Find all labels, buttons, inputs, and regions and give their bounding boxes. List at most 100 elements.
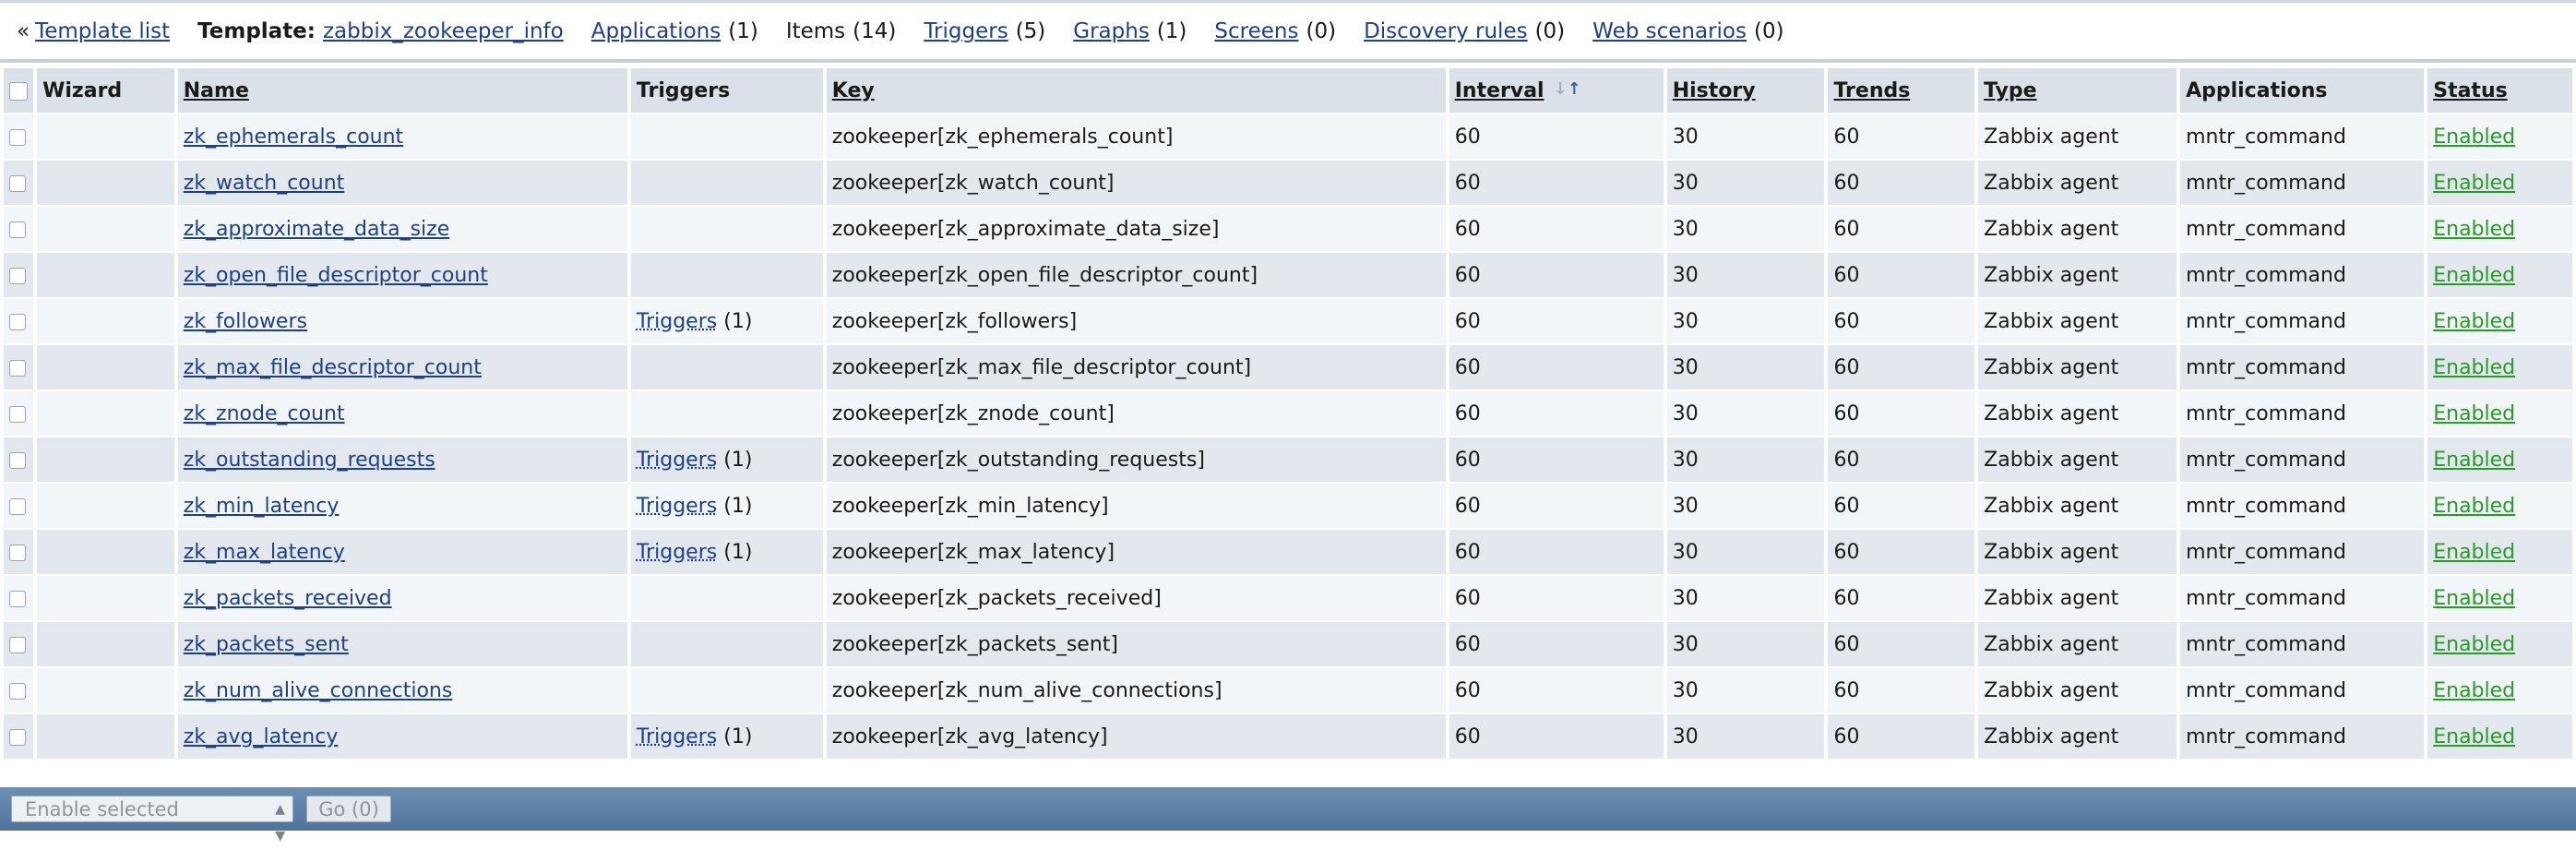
mass-action-selected-value: Enable selected	[25, 798, 179, 820]
item-name-link[interactable]: zk_ephemerals_count	[184, 126, 403, 149]
triggers-link[interactable]: Triggers	[637, 541, 717, 564]
tab-discovery-rules[interactable]: Discovery rules (0)	[1364, 19, 1565, 43]
status-toggle-link[interactable]: Enabled	[2433, 356, 2515, 379]
tab-web-scenarios[interactable]: Web scenarios (0)	[1592, 19, 1783, 43]
item-name-link[interactable]: zk_open_file_descriptor_count	[184, 264, 488, 287]
triggers-link[interactable]: Triggers	[637, 449, 717, 472]
row-checkbox[interactable]	[9, 636, 26, 653]
tab-applications[interactable]: Applications (1)	[591, 19, 758, 43]
status-toggle-link[interactable]: Enabled	[2433, 541, 2515, 564]
row-checkbox[interactable]	[9, 497, 26, 515]
row-checkbox[interactable]	[9, 405, 26, 423]
row-checkbox[interactable]	[9, 682, 26, 700]
tab-triggers-label[interactable]: Triggers	[924, 19, 1008, 43]
status-toggle-link[interactable]: Enabled	[2433, 587, 2515, 610]
col-type-sort-link[interactable]: Type	[1984, 79, 2036, 102]
row-checkbox[interactable]	[9, 174, 26, 192]
mass-action-select[interactable]: Enable selected ▲ ▼	[11, 796, 293, 844]
key-cell: zookeeper[zk_packets_received]	[826, 576, 1446, 620]
col-history[interactable]: History	[1666, 68, 1825, 113]
name-cell: zk_followers	[177, 299, 627, 343]
wizard-cell	[37, 668, 174, 712]
applications-cell: mntr_command	[2180, 576, 2425, 620]
tab-graphs-label[interactable]: Graphs	[1073, 19, 1150, 43]
row-checkbox[interactable]	[9, 451, 26, 469]
row-checkbox[interactable]	[9, 128, 26, 146]
name-cell: zk_ephemerals_count	[177, 114, 627, 159]
wizard-cell	[37, 114, 174, 159]
template-list-link[interactable]: « Template list	[17, 19, 170, 43]
col-name[interactable]: Name	[177, 68, 627, 113]
col-trends-sort-link[interactable]: Trends	[1833, 79, 1910, 102]
template-name-link[interactable]: zabbix_zookeeper_info	[323, 19, 564, 43]
tab-web-scenarios-label[interactable]: Web scenarios	[1592, 19, 1747, 43]
status-toggle-link[interactable]: Enabled	[2433, 218, 2515, 241]
item-name-link[interactable]: zk_watch_count	[184, 172, 345, 195]
status-toggle-link[interactable]: Enabled	[2433, 402, 2515, 425]
item-name-link[interactable]: zk_approximate_data_size	[184, 218, 449, 241]
status-toggle-link[interactable]: Enabled	[2433, 264, 2515, 287]
col-interval[interactable]: Interval ↓↑	[1449, 68, 1664, 113]
row-select-cell	[4, 437, 34, 482]
col-key[interactable]: Key	[826, 68, 1446, 113]
item-name-link[interactable]: zk_min_latency	[184, 495, 340, 518]
row-checkbox[interactable]	[9, 590, 26, 607]
table-row: zk_packets_sent zookeeper[zk_packets_sen…	[4, 622, 2572, 666]
col-trends[interactable]: Trends	[1828, 68, 1975, 113]
row-checkbox[interactable]	[9, 728, 26, 746]
item-name-link[interactable]: zk_packets_sent	[184, 633, 349, 656]
col-interval-sort-link[interactable]: Interval	[1455, 79, 1544, 102]
col-status-sort-link[interactable]: Status	[2433, 79, 2507, 102]
item-name-link[interactable]: zk_max_latency	[184, 541, 345, 564]
col-name-sort-link[interactable]: Name	[184, 79, 249, 102]
item-name-link[interactable]: zk_followers	[184, 310, 307, 333]
col-status[interactable]: Status	[2427, 68, 2572, 113]
tab-graphs[interactable]: Graphs (1)	[1073, 19, 1187, 43]
type-cell: Zabbix agent	[1978, 207, 2177, 251]
row-checkbox[interactable]	[9, 544, 26, 561]
tab-triggers[interactable]: Triggers (5)	[924, 19, 1045, 43]
item-name-link[interactable]: zk_outstanding_requests	[184, 449, 435, 472]
row-select-cell	[4, 253, 34, 297]
triggers-link[interactable]: Triggers	[637, 310, 717, 333]
status-toggle-link[interactable]: Enabled	[2433, 679, 2515, 702]
status-toggle-link[interactable]: Enabled	[2433, 633, 2515, 656]
status-toggle-link[interactable]: Enabled	[2433, 126, 2515, 149]
status-toggle-link[interactable]: Enabled	[2433, 495, 2515, 518]
row-checkbox[interactable]	[9, 313, 26, 330]
row-select-cell	[4, 484, 34, 528]
status-toggle-link[interactable]: Enabled	[2433, 310, 2515, 333]
triggers-link[interactable]: Triggers	[637, 495, 717, 518]
item-name-link[interactable]: zk_num_alive_connections	[184, 679, 453, 702]
triggers-cell: Triggers (1)	[630, 299, 823, 343]
item-name-link[interactable]: zk_packets_received	[184, 587, 392, 610]
table-row: zk_num_alive_connections zookeeper[zk_nu…	[4, 668, 2572, 712]
row-checkbox[interactable]	[9, 221, 26, 238]
tab-screens[interactable]: Screens (0)	[1214, 19, 1336, 43]
go-button[interactable]: Go (0)	[306, 796, 391, 822]
tab-screens-label[interactable]: Screens	[1214, 19, 1298, 43]
history-cell: 30	[1666, 530, 1825, 574]
item-name-link[interactable]: zk_avg_latency	[184, 725, 339, 748]
item-name-link[interactable]: zk_znode_count	[184, 402, 345, 425]
wizard-cell	[37, 714, 174, 759]
col-key-sort-link[interactable]: Key	[832, 79, 875, 102]
triggers-cell: Triggers (1)	[630, 714, 823, 759]
template-list-label[interactable]: Template list	[35, 19, 170, 43]
type-cell: Zabbix agent	[1978, 576, 2177, 620]
tab-discovery-rules-label[interactable]: Discovery rules	[1364, 19, 1528, 43]
triggers-link[interactable]: Triggers	[637, 725, 717, 748]
row-checkbox[interactable]	[9, 267, 26, 284]
col-type[interactable]: Type	[1978, 68, 2177, 113]
row-checkbox[interactable]	[9, 359, 26, 377]
type-cell: Zabbix agent	[1978, 299, 2177, 343]
col-history-sort-link[interactable]: History	[1673, 79, 1756, 102]
item-name-link[interactable]: zk_max_file_descriptor_count	[184, 356, 482, 379]
tab-applications-label[interactable]: Applications	[591, 19, 722, 43]
status-toggle-link[interactable]: Enabled	[2433, 725, 2515, 748]
status-toggle-link[interactable]: Enabled	[2433, 449, 2515, 472]
trends-cell: 60	[1828, 437, 1975, 482]
status-toggle-link[interactable]: Enabled	[2433, 172, 2515, 195]
status-cell: Enabled	[2427, 253, 2572, 297]
select-all-checkbox[interactable]	[9, 81, 28, 101]
